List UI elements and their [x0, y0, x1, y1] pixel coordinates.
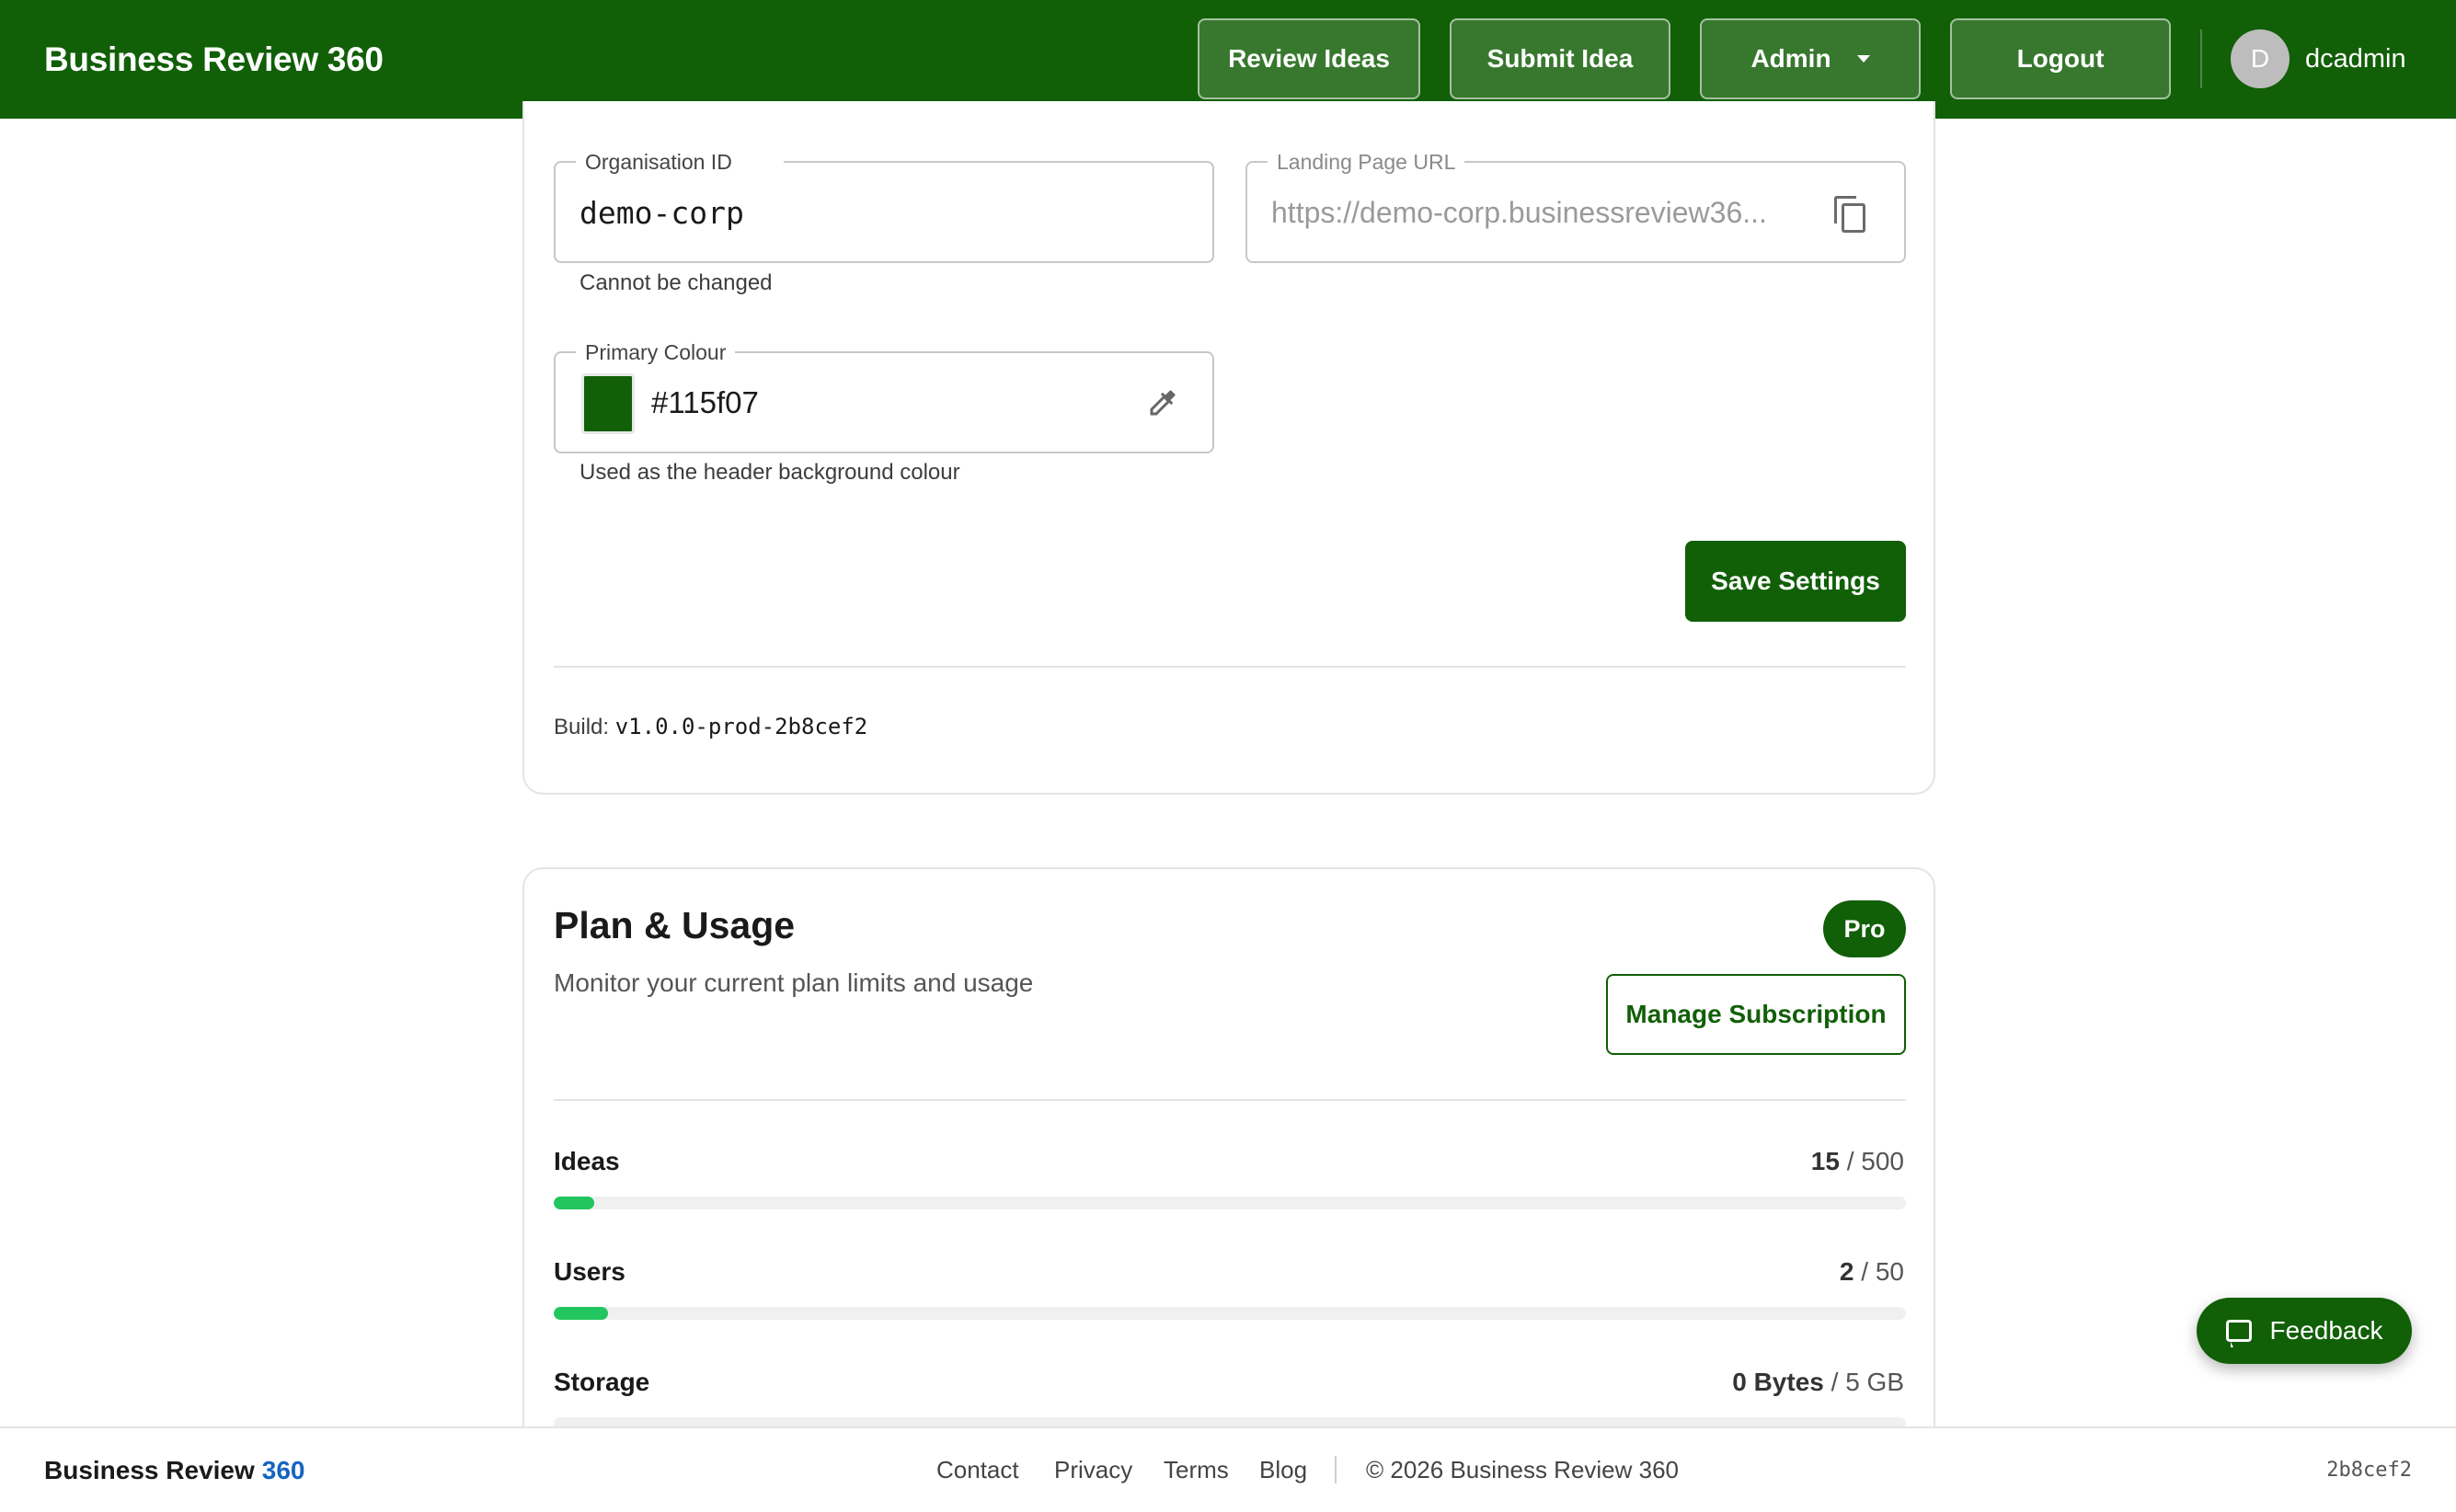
usage-label-storage: Storage [554, 1368, 650, 1396]
header-divider [2200, 29, 2202, 88]
chat-icon [2225, 1320, 2252, 1347]
avatar[interactable]: D [2231, 29, 2290, 88]
footer-link-terms[interactable]: Terms [1164, 1428, 1229, 1512]
footer-link-contact[interactable]: Contact [936, 1428, 1019, 1512]
organisation-settings-card: Organisation ID demo-corp Cannot be chan… [522, 101, 1935, 795]
usage-track-ideas [554, 1197, 1906, 1209]
footer-divider [1335, 1456, 1337, 1483]
save-settings-button[interactable]: Save Settings [1685, 541, 1906, 622]
footer-link-privacy[interactable]: Privacy [1054, 1428, 1132, 1512]
caret-down-icon [1856, 55, 1870, 63]
plan-usage-subtitle: Monitor your current plan limits and usa… [554, 968, 1034, 997]
section-divider [554, 666, 1906, 668]
plan-badge: Pro [1823, 900, 1906, 957]
usage-limit-storage: 5 GB [1845, 1368, 1904, 1396]
colour-swatch[interactable] [581, 373, 635, 434]
feedback-label: Feedback [2269, 1316, 2383, 1345]
build-info: Build: v1.0.0-prod-2b8cef2 [554, 714, 867, 740]
primary-colour-value: #115f07 [651, 385, 759, 419]
feedback-button[interactable]: Feedback [2197, 1298, 2412, 1364]
app-brand[interactable]: Business Review 360 [44, 0, 384, 119]
footer-build-hash: 2b8cef2 [2326, 1459, 2412, 1482]
build-label: Build: [554, 715, 610, 739]
review-ideas-label: Review Ideas [1228, 44, 1390, 73]
admin-menu-button[interactable]: Admin [1700, 18, 1921, 99]
plan-divider [554, 1099, 1906, 1101]
usage-fill-users [554, 1307, 608, 1320]
plan-usage-card: Plan & Usage Monitor your current plan l… [522, 867, 1935, 1512]
usage-limit-ideas: 500 [1861, 1147, 1904, 1175]
usage-count-storage: 0 Bytes / 5 GB [1732, 1368, 1904, 1397]
usage-limit-users: 50 [1875, 1257, 1904, 1286]
usage-used-storage: 0 Bytes [1732, 1368, 1824, 1396]
organisation-id-helper: Cannot be changed [580, 270, 773, 295]
build-version: v1.0.0-prod-2b8cef2 [614, 714, 868, 739]
organisation-id-value: demo-corp [580, 194, 744, 231]
admin-label: Admin [1750, 44, 1831, 73]
organisation-id-field[interactable]: Organisation ID demo-corp [554, 150, 1214, 263]
manage-subscription-button[interactable]: Manage Subscription [1606, 974, 1906, 1055]
usage-separator: / [1831, 1368, 1839, 1396]
submit-idea-label: Submit Idea [1486, 44, 1634, 73]
usage-track-users [554, 1307, 1906, 1320]
footer-link-blog[interactable]: Blog [1259, 1428, 1307, 1512]
landing-page-url-field[interactable]: Landing Page URL https://demo-corp.busin… [1245, 150, 1906, 263]
footer-brand[interactable]: Business Review 360 [44, 1428, 305, 1512]
logout-button[interactable]: Logout [1950, 18, 2171, 99]
usage-used-ideas: 15 [1810, 1147, 1840, 1175]
usage-separator: / [1846, 1147, 1854, 1175]
usage-used-users: 2 [1839, 1257, 1854, 1286]
usage-label-users: Users [554, 1257, 625, 1286]
logout-label: Logout [2016, 44, 2105, 73]
submit-idea-button[interactable]: Submit Idea [1450, 18, 1670, 99]
usage-count-users: 2 / 50 [1840, 1257, 1904, 1287]
review-ideas-button[interactable]: Review Ideas [1198, 18, 1420, 99]
primary-colour-field[interactable]: Primary Colour #115f07 [554, 340, 1214, 453]
usage-fill-ideas [554, 1197, 595, 1209]
usage-label-ideas: Ideas [554, 1147, 620, 1175]
landing-page-url-value: https://demo-corp.businessreview36... [1271, 195, 1767, 229]
copy-icon[interactable] [1834, 196, 1865, 233]
usage-separator: / [1861, 1257, 1869, 1286]
usage-count-ideas: 15 / 500 [1811, 1147, 1904, 1176]
footer-brand-main: Business Review [44, 1455, 255, 1484]
eyedropper-icon[interactable] [1146, 386, 1179, 419]
app-footer: Business Review 360 Contact Privacy Term… [0, 1426, 2456, 1512]
username[interactable]: dcadmin [2305, 0, 2406, 119]
footer-copyright: © 2026 Business Review 360 [1366, 1456, 1680, 1483]
footer-brand-accent: 360 [261, 1455, 305, 1484]
primary-colour-helper: Used as the header background colour [580, 460, 960, 485]
plan-usage-title: Plan & Usage [554, 904, 796, 946]
